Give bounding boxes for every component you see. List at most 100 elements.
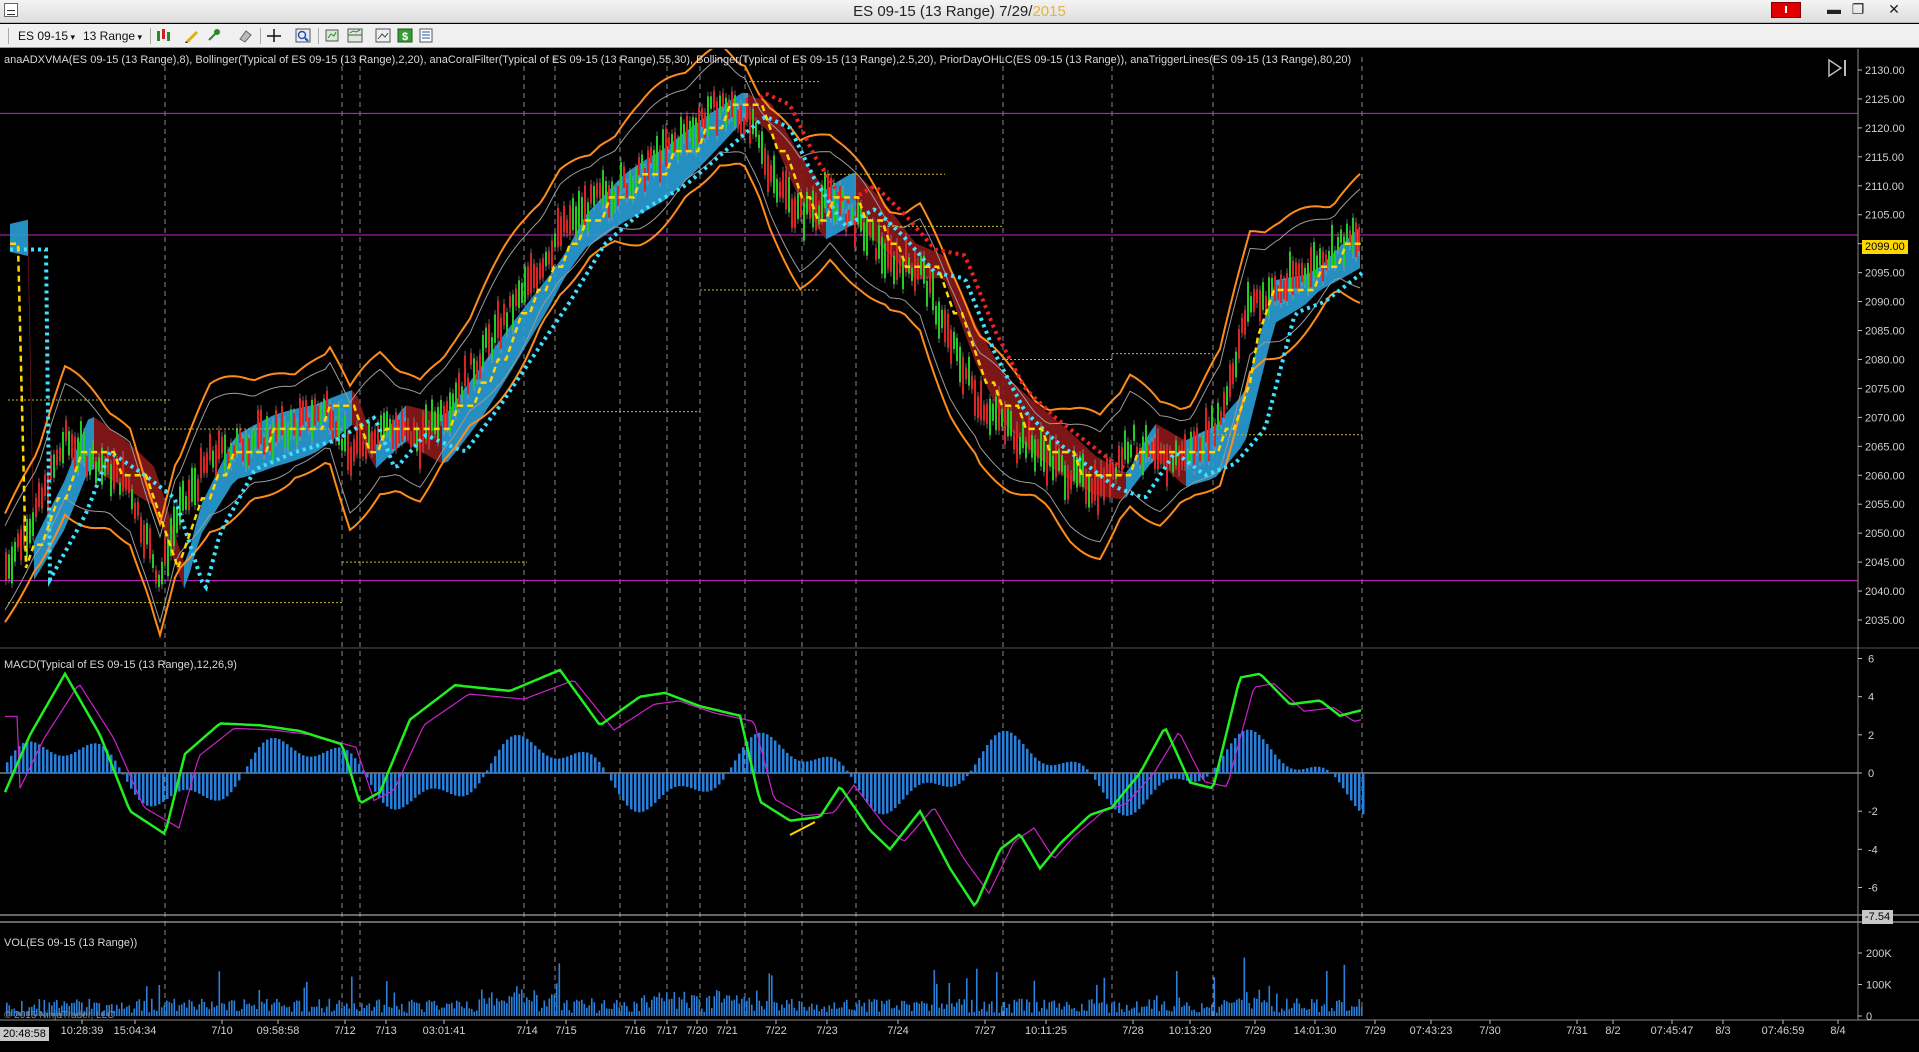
candle-body (1220, 411, 1222, 424)
candle-body (161, 562, 163, 584)
macd-histogram-bar (962, 773, 965, 781)
volume-bar (1316, 999, 1318, 1016)
candle-body (395, 413, 397, 450)
candle-body (146, 523, 148, 544)
macd-histogram-bar (702, 773, 705, 792)
pencil-draw-icon[interactable] (184, 28, 200, 43)
chart-area[interactable]: 2130.002125.002120.002115.002110.002105.… (0, 49, 1919, 1047)
pin-icon[interactable] (206, 28, 222, 43)
candle-body (1145, 425, 1147, 458)
screenshot-icon[interactable] (375, 28, 391, 43)
coral-filter-band (988, 346, 994, 402)
macd-histogram-bar (898, 773, 901, 804)
volume-bar (1054, 1000, 1056, 1016)
volume-bar (264, 1003, 266, 1016)
macd-histogram-bar (438, 773, 441, 789)
volume-bar (784, 1008, 786, 1016)
volume-bar (951, 1003, 953, 1016)
volume-bar (534, 990, 536, 1016)
scroll-to-end-icon[interactable] (1827, 58, 1849, 78)
candle-body (893, 256, 895, 284)
restore-icon[interactable]: ❐ (1847, 0, 1869, 20)
volume-bar (409, 1001, 411, 1016)
chart-canvas[interactable]: 2130.002125.002120.002115.002110.002105.… (0, 49, 1919, 1047)
candle-body (1307, 263, 1309, 291)
eraser-icon[interactable] (237, 28, 253, 43)
volume-bar (1181, 1007, 1183, 1016)
close-icon[interactable]: ✕ (1876, 0, 1912, 20)
copyright-notice: © 2015 NinjaTrader, LLC (4, 1010, 114, 1021)
dollar-icon[interactable]: $ (397, 28, 413, 43)
volume-bar (659, 993, 661, 1016)
volume-bar (549, 999, 551, 1016)
candle-body (371, 431, 373, 453)
volume-bar (1109, 1013, 1111, 1016)
volume-bar (1334, 1011, 1336, 1016)
bollinger-inner-upper (5, 58, 1360, 537)
volume-bar (1226, 1001, 1228, 1016)
volume-bar (1329, 1011, 1331, 1016)
macd-histogram-bar (1062, 763, 1065, 773)
volume-bar (271, 1004, 273, 1016)
macd-histogram-bar (1146, 773, 1149, 800)
volume-bar (619, 1007, 621, 1016)
crosshair-icon[interactable] (266, 28, 282, 43)
volume-bar (364, 1008, 366, 1016)
instrument-selector[interactable]: ES 09-15 (18, 27, 75, 45)
volume-bar (996, 972, 998, 1016)
minimize-icon[interactable]: ▬ (1823, 0, 1845, 20)
period-selector[interactable]: 13 Range (83, 27, 142, 45)
bar-type-icon[interactable] (156, 28, 172, 43)
scroll-chart-icon[interactable] (324, 28, 340, 43)
volume-bar (1119, 1003, 1121, 1016)
volume-bar (291, 1012, 293, 1016)
macd-histogram-bar (66, 755, 69, 773)
volume-bar (369, 1003, 371, 1016)
volume-bar (556, 983, 558, 1016)
volume-bar (829, 1005, 831, 1016)
volume-bar (1114, 1001, 1116, 1016)
candle-body (44, 474, 46, 496)
zoom-icon[interactable] (295, 28, 311, 43)
macd-histogram-bar (150, 773, 153, 806)
macd-histogram-bar (498, 750, 501, 773)
link-icon[interactable] (1771, 2, 1801, 18)
volume-bar (171, 1003, 173, 1016)
time-tick-label: 10:13:20 (1169, 1025, 1212, 1037)
candle-body (362, 441, 364, 456)
volume-bar (994, 1012, 996, 1016)
price-tick-label: 2115.00 (1865, 152, 1904, 164)
macd-histogram-bar (830, 757, 833, 773)
volume-bar (339, 1000, 341, 1016)
volume-bar (459, 1002, 461, 1016)
macd-histogram-bar (518, 735, 521, 773)
macd-histogram-bar (262, 743, 265, 773)
volume-bar (1089, 1000, 1091, 1016)
axes: 2130.002125.002120.002115.002110.002105.… (0, 49, 1919, 1037)
volume-bar (919, 1004, 921, 1016)
candle-body (1055, 439, 1057, 477)
volume-bar (419, 1003, 421, 1016)
candle-body (959, 347, 961, 383)
macd-histogram-bar (6, 762, 9, 773)
volume-bar (1254, 998, 1256, 1016)
candle-body (173, 507, 175, 547)
volume-bar (514, 993, 516, 1016)
panel-layout-icon[interactable] (347, 28, 363, 43)
candle-body (1034, 439, 1036, 471)
candle-body (662, 129, 664, 159)
candle-body (656, 136, 658, 171)
volume-bar (1306, 1010, 1308, 1016)
macd-histogram-bar (226, 773, 229, 796)
candle-body (485, 327, 487, 347)
candle-body (926, 281, 928, 307)
data-box-icon[interactable] (418, 28, 434, 43)
macd-histogram-bar (798, 761, 801, 773)
volume-bar (499, 1001, 501, 1016)
candle-body (164, 537, 166, 564)
volume-bar (1156, 995, 1158, 1016)
volume-bar (889, 999, 891, 1016)
volume-bar (949, 983, 951, 1016)
macd-histogram-bar (678, 773, 681, 786)
volume-bar (336, 1004, 338, 1016)
